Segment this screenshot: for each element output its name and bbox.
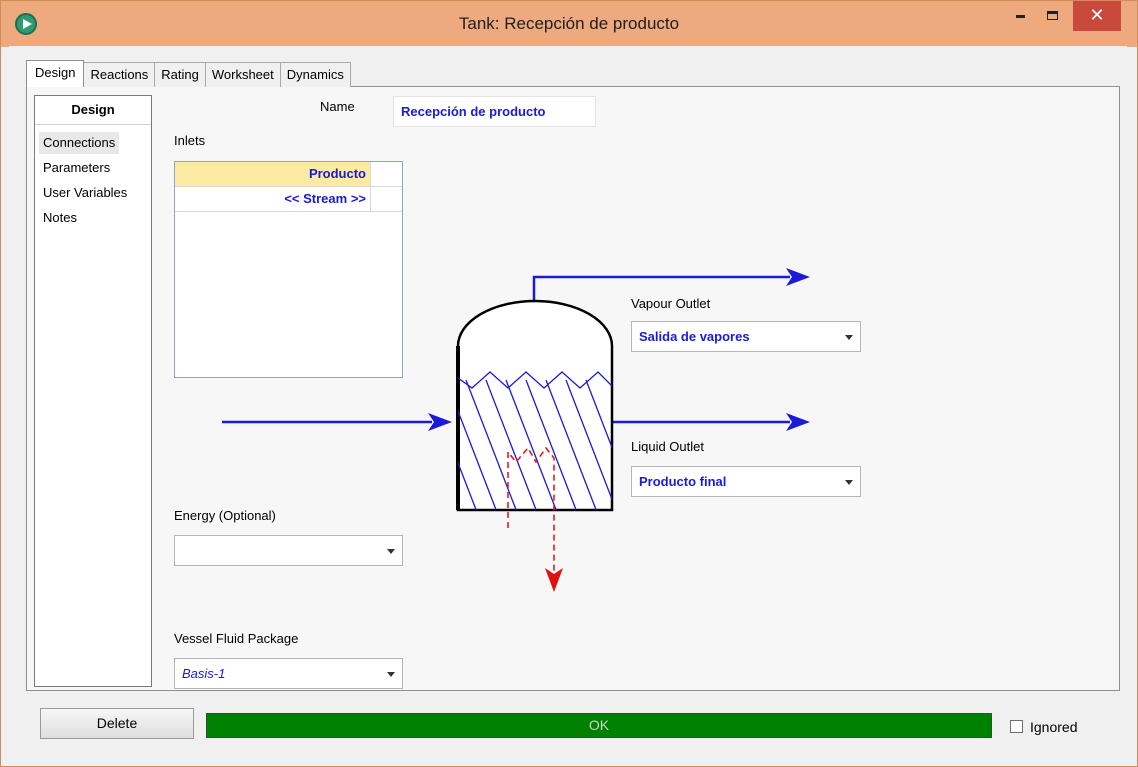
- chevron-down-icon: [387, 549, 395, 554]
- energy-dropdown[interactable]: [174, 535, 403, 566]
- energy-label: Energy (Optional): [174, 508, 276, 523]
- chevron-down-icon: [845, 480, 853, 485]
- ignored-checkbox[interactable]: [1010, 720, 1023, 733]
- liquid-outlet-label: Liquid Outlet: [631, 439, 704, 454]
- tank-vessel-icon: [456, 299, 614, 512]
- chevron-down-icon: [845, 335, 853, 340]
- liquid-outlet-dropdown[interactable]: Producto final: [631, 466, 861, 497]
- tab-design[interactable]: Design: [26, 60, 85, 87]
- tank-diagram: [222, 268, 810, 592]
- fluid-package-value: Basis-1: [182, 666, 226, 681]
- status-bar: OK: [206, 713, 992, 738]
- liquid-outlet-arrow: [612, 413, 810, 431]
- ignored-label[interactable]: Ignored: [1030, 719, 1077, 735]
- liquid-outlet-value: Producto final: [639, 474, 727, 489]
- delete-button[interactable]: Delete: [40, 708, 194, 739]
- chevron-down-icon: [387, 672, 395, 677]
- fluid-package-dropdown[interactable]: Basis-1: [174, 658, 403, 689]
- fluid-package-label: Vessel Fluid Package: [174, 631, 299, 646]
- vapour-outlet-dropdown[interactable]: Salida de vapores: [631, 321, 861, 352]
- vapour-outlet-value: Salida de vapores: [639, 329, 750, 344]
- inlet-stream-arrow: [222, 413, 452, 431]
- vapour-outlet-label: Vapour Outlet: [631, 296, 711, 311]
